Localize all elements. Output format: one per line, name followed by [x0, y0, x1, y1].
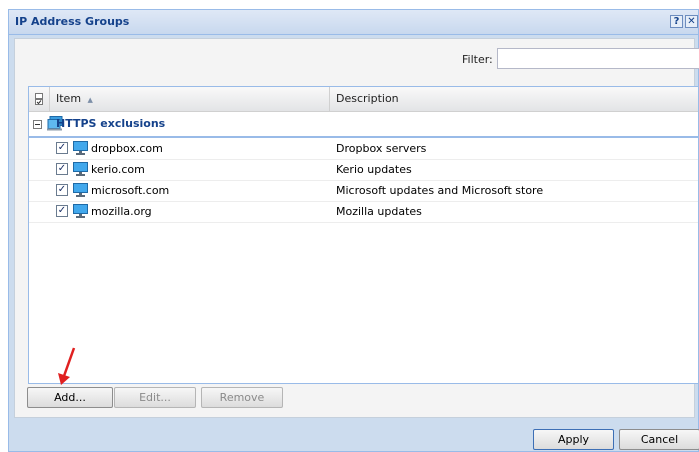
column-header-item-label: Item [56, 92, 82, 105]
row-checkbox[interactable]: ✓ [56, 184, 68, 196]
group-row-https-exclusions[interactable]: HTTPS exclusions [29, 114, 698, 138]
row-checkbox[interactable]: ✓ [56, 142, 68, 154]
row-description: Kerio updates [336, 163, 412, 176]
row-description: Microsoft updates and Microsoft store [336, 184, 544, 197]
row-checkbox[interactable]: ✓ [56, 163, 68, 175]
row-description: Mozilla updates [336, 205, 422, 218]
column-header-item[interactable]: Item ▲ [56, 87, 93, 111]
column-checkbox-header[interactable] [35, 87, 49, 111]
dialog-titlebar[interactable]: IP Address Groups ? ✕ [9, 10, 698, 35]
table-row[interactable]: ✓ kerio.com Kerio updates [29, 159, 698, 181]
ip-groups-grid: Item ▲ Description HTTPS exclusions ✓ dr… [28, 86, 699, 384]
collapse-group-icon[interactable] [33, 120, 42, 129]
row-item: mozilla.org [91, 205, 152, 218]
sort-ascending-icon: ▲ [87, 96, 93, 104]
row-description: Dropbox servers [336, 142, 427, 155]
group-name: HTTPS exclusions [56, 117, 166, 130]
remove-button[interactable]: Remove [201, 387, 283, 408]
column-chooser-icon [35, 93, 43, 105]
computer-monitor-icon [73, 162, 88, 176]
dialog-title: IP Address Groups [15, 15, 130, 28]
apply-button[interactable]: Apply [533, 429, 614, 450]
column-header-description[interactable]: Description [336, 87, 399, 111]
row-checkbox[interactable]: ✓ [56, 205, 68, 217]
help-icon[interactable]: ? [670, 15, 683, 28]
table-row[interactable]: ✓ mozilla.org Mozilla updates [29, 201, 698, 223]
computer-monitor-icon [73, 183, 88, 197]
table-row[interactable]: ✓ dropbox.com Dropbox servers [29, 138, 698, 160]
computer-monitor-icon [73, 141, 88, 155]
row-item: dropbox.com [91, 142, 163, 155]
ip-address-groups-dialog: IP Address Groups ? ✕ Filter: Item ▲ Des… [8, 9, 699, 452]
add-button[interactable]: Add... [27, 387, 113, 408]
filter-label: Filter: [462, 53, 493, 66]
row-item: microsoft.com [91, 184, 170, 197]
filter-input[interactable] [497, 48, 699, 69]
table-row[interactable]: ✓ microsoft.com Microsoft updates and Mi… [29, 180, 698, 202]
cancel-button[interactable]: Cancel [619, 429, 699, 450]
computer-monitor-icon [73, 204, 88, 218]
column-separator[interactable] [49, 87, 50, 111]
red-arrow-icon [58, 347, 76, 385]
close-icon[interactable]: ✕ [685, 15, 698, 28]
edit-button[interactable]: Edit... [114, 387, 196, 408]
grid-header: Item ▲ Description [29, 87, 698, 112]
column-separator[interactable] [329, 87, 330, 111]
row-item: kerio.com [91, 163, 145, 176]
